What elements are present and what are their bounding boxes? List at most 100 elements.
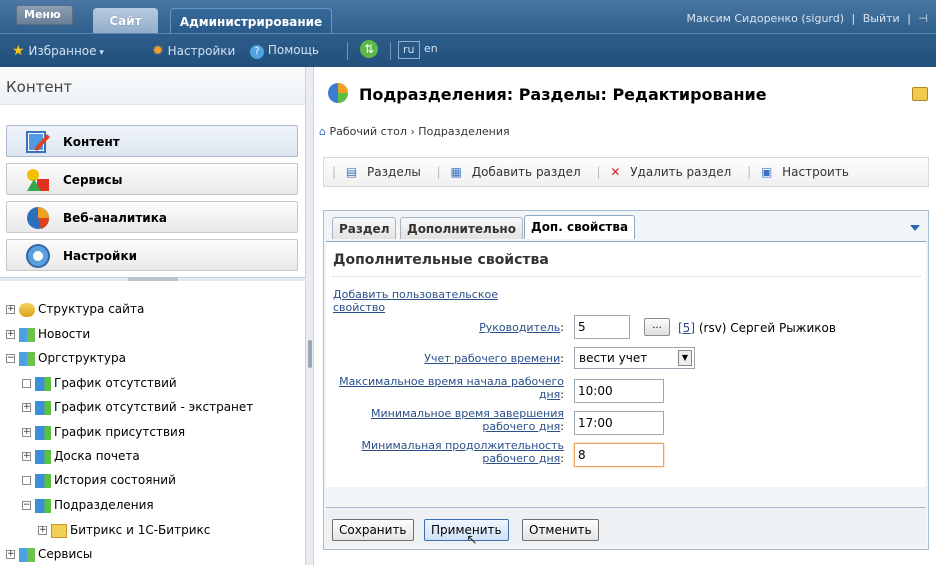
max-start-input[interactable]: 10:00 [574,379,664,403]
star-icon: ★ [12,43,25,59]
max-start-label-text[interactable]: Максимальное время начала рабочего дня [339,375,564,401]
tab-site[interactable]: Сайт [93,8,158,33]
min-end-label-text[interactable]: Минимальное время завершения рабочего дн… [371,407,564,433]
menu-settings-button[interactable]: Настройки [6,239,298,271]
section-icon [35,449,51,464]
tree-item-label: График отсутствий - экстранет [54,400,254,414]
delete-section-button[interactable]: ✕ Удалить раздел [610,165,737,179]
tree-item-news[interactable]: + Новости [6,327,90,345]
menu-content-label: Контент [63,135,120,149]
left-panel-title: Контент [0,67,305,105]
help-link[interactable]: ? Помощь [250,43,319,59]
breadcrumb-departments[interactable]: Подразделения [418,125,509,138]
tab-extra-properties[interactable]: Доп. свойства [524,215,636,239]
expand-icon[interactable] [22,379,31,388]
divider [390,42,391,60]
collapse-icon[interactable]: − [22,501,31,510]
tree-item-honor-board[interactable]: + Доска почета [22,449,140,467]
sections-button[interactable]: ▤ Разделы [346,165,427,179]
expand-icon[interactable] [22,476,31,485]
menu-button[interactable]: Меню [16,5,73,25]
tree-item-site-structure[interactable]: + Структура сайта [6,302,144,320]
breadcrumb-desktop[interactable]: Рабочий стол [329,125,406,138]
expand-icon[interactable]: + [22,428,31,437]
mouse-cursor-icon: ↖ [466,532,478,548]
worktime-label-text[interactable]: Учет рабочего времени [424,352,560,365]
manager-id-link[interactable]: [5] [678,321,695,335]
separator-handle[interactable] [128,277,178,281]
tree-item-departments[interactable]: − Подразделения [22,498,154,516]
cancel-button[interactable]: Отменить [522,519,599,541]
menu-services-button[interactable]: Сервисы [6,163,298,195]
menu-settings-label: Настройки [63,249,138,263]
divider [347,42,348,60]
iblock-icon [328,83,348,103]
manager-label-text[interactable]: Руководитель [479,321,560,334]
min-duration-input[interactable]: 8 [574,443,664,467]
max-start-label: Максимальное время начала рабочего дня: [339,375,564,401]
tree-item-absence-chart[interactable]: График отсутствий [22,376,177,394]
add-section-label: Добавить раздел [471,165,581,179]
menu-content-button[interactable]: Контент [6,125,298,157]
tree-item-label: График отсутствий [54,376,177,390]
tree-item-presence-chart[interactable]: + График присутствия [22,425,185,443]
chevron-down-icon: ▼ [678,350,692,366]
tree-item-org-structure[interactable]: − Оргструктура [6,351,126,369]
tree-item-label: История состояний [54,473,176,487]
gear-icon [26,244,50,268]
tree-item-absence-chart-extranet[interactable]: + График отсутствий - экстранет [22,400,253,418]
splitter-grip[interactable] [308,340,312,368]
configure-button[interactable]: ▣ Настроить [761,165,855,179]
users-icon [19,302,35,317]
tree-item-services[interactable]: + Сервисы [6,547,92,565]
expand-icon[interactable]: + [6,305,15,314]
manager-input[interactable]: 5 [574,315,630,339]
add-property-link[interactable]: Добавить пользовательское свойство [333,288,543,314]
logout-link[interactable]: Выйти [863,12,900,25]
help-icon: ? [250,45,264,59]
divider: | [747,165,752,179]
save-button[interactable]: Сохранить [332,519,414,541]
pin-icon[interactable]: ⊣ [918,12,928,25]
user-name-link[interactable]: Максим Сидоренко (sigurd) [687,12,844,25]
expand-icon[interactable]: + [6,550,15,559]
expand-icon[interactable]: + [22,403,31,412]
favorites-label: Избранное [28,44,97,58]
home-icon: ⌂ [319,125,326,138]
top-bar: Меню Сайт Администрирование Максим Сидор… [0,0,936,33]
add-section-button[interactable]: ▦ Добавить раздел [451,165,587,179]
favorites-menu[interactable]: ★ Избранное ▾ [12,43,104,59]
min-duration-label-text[interactable]: Минимальная продолжительность рабочего д… [362,439,564,465]
lang-ru[interactable]: ru [398,41,420,59]
expand-icon[interactable]: + [6,330,15,339]
menu-analytics-button[interactable]: Веб-аналитика [6,201,298,233]
tree-item-status-history[interactable]: История состояний [22,473,176,491]
lang-en[interactable]: en [420,41,442,59]
chevron-down-icon: ▾ [96,48,104,58]
sections-label: Разделы [367,165,421,179]
choose-user-button[interactable]: ... [644,318,670,336]
panel-splitter[interactable] [306,67,314,565]
min-end-input[interactable]: 17:00 [574,411,664,435]
settings-link[interactable]: ✹ Настройки [152,43,235,59]
tab-additional[interactable]: Дополнительно [400,217,523,239]
manager-label: Руководитель: [479,321,564,334]
iblock-icon [19,547,35,562]
tree-item-label: Доска почета [54,449,140,463]
tree-item-bitrix[interactable]: + Битрикс и 1С-Битрикс [38,523,210,541]
divider: | [332,165,337,179]
tab-section[interactable]: Раздел [332,217,397,239]
delete-section-label: Удалить раздел [630,165,732,179]
expand-icon[interactable]: + [38,526,47,535]
divider: | [596,165,601,179]
breadcrumb: ⌂ Рабочий стол › Подразделения [319,125,510,138]
worktime-select[interactable]: вести учет ▼ [574,347,695,369]
expand-icon[interactable]: + [22,452,31,461]
edit-page-icon[interactable] [912,87,928,101]
refresh-button[interactable]: ⇅ [360,40,378,58]
tab-administration[interactable]: Администрирование [170,8,332,33]
collapse-icon[interactable]: − [6,354,15,363]
left-panel: Контент Контент Сервисы Веб-аналитика На… [0,67,306,565]
gear-icon: ✹ [152,43,164,59]
chevron-down-icon[interactable] [910,225,920,231]
